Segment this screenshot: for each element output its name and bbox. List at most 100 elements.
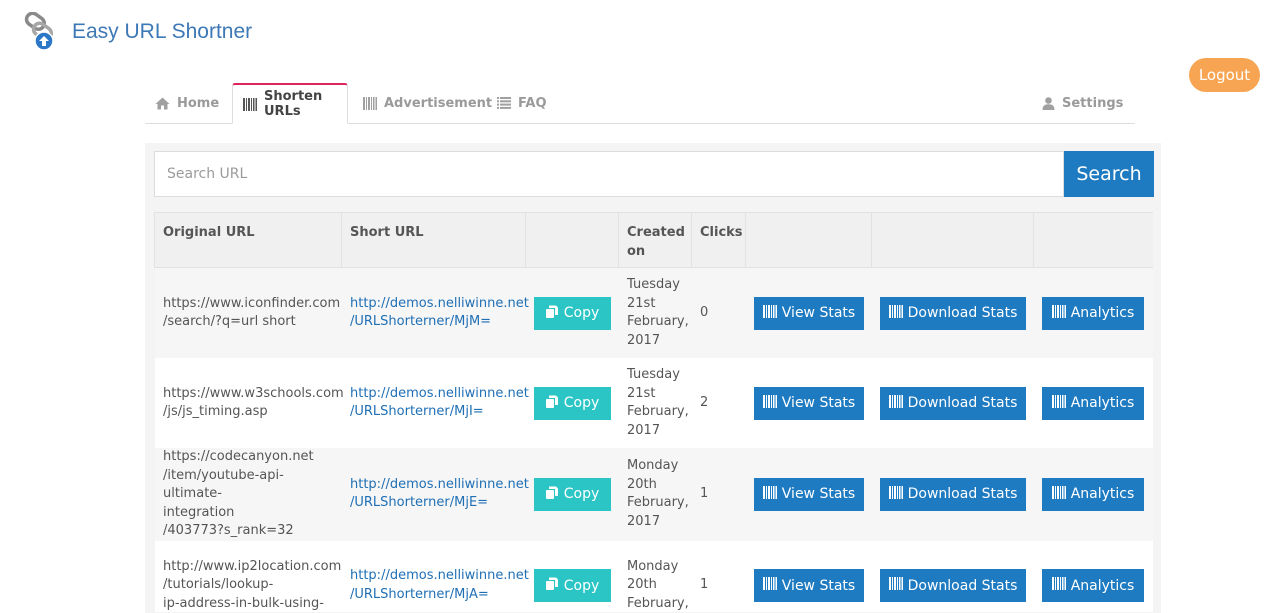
analytics-button[interactable]: Analytics [1042,477,1144,511]
col-header-view-stats [745,212,872,268]
table-row: http://www.ip2location.com/tutorials/loo… [154,540,1153,612]
download-stats-cell: Download Stats [871,540,1034,612]
analytics-button[interactable]: Analytics [1042,296,1144,330]
view-stats-cell: View Stats [745,358,872,448]
download-stats-button[interactable]: Download Stats [880,296,1026,330]
urls-table: Original URL Short URL Created on Clicks… [154,212,1153,612]
download-stats-button[interactable]: Download Stats [880,386,1026,420]
view-stats-cell: View Stats [745,540,872,612]
barcode-icon [1051,304,1066,322]
tab-home[interactable]: Home [145,83,229,123]
col-header-clicks: Clicks [691,212,746,268]
table-row: https://codecanyon.net/item/youtube-api-… [154,448,1153,541]
barcode-icon [762,394,777,412]
barcode-icon [888,577,903,594]
copy-button[interactable]: Copy [534,477,611,511]
copy-button[interactable]: Copy [534,296,611,330]
table-row: https://www.w3schools.com/js/js_timing.a… [154,358,1153,448]
short-url-link[interactable]: http://demos.nelliwinne.net/URLShorterne… [350,567,529,604]
table-header-row: Original URL Short URL Created on Clicks [154,212,1153,268]
brand[interactable]: Easy URL Shortner [22,12,252,52]
short-url-link[interactable]: http://demos.nelliwinne.net/URLShorterne… [350,385,529,422]
logout-button[interactable]: Logout [1189,58,1260,92]
barcode-icon [243,97,257,111]
short-url-link[interactable]: http://demos.nelliwinne.net/URLShorterne… [350,295,529,332]
short-url-cell: http://demos.nelliwinne.net/URLShorterne… [341,358,529,448]
created-on-cell: Monday 20th February, [618,540,692,612]
copy-button[interactable]: Copy [534,569,611,602]
clipboard-icon [545,577,558,594]
col-header-copy [525,212,619,268]
download-stats-cell: Download Stats [871,267,1034,358]
copy-cell: Copy [525,267,619,358]
tab-faq[interactable]: FAQ [487,83,557,123]
clicks-cell: 0 [691,267,746,358]
nav-tabs: Home Shorten URLs Advertisement FAQ Sett… [145,83,1135,124]
col-header-created-on: Created on [618,212,692,268]
tab-advertisement[interactable]: Advertisement [353,83,502,123]
download-stats-button[interactable]: Download Stats [880,477,1026,511]
created-on-cell: Tuesday 21st February, 2017 [618,358,692,448]
analytics-cell: Analytics [1033,358,1153,448]
copy-button[interactable]: Copy [534,386,611,420]
tab-settings-label: Settings [1062,95,1124,111]
view-stats-button[interactable]: View Stats [754,296,864,330]
list-icon [497,97,511,109]
view-stats-cell: View Stats [745,448,872,541]
download-stats-button[interactable]: Download Stats [880,569,1026,602]
clipboard-icon [545,305,558,322]
clicks-cell: 2 [691,358,746,448]
barcode-icon [888,485,903,503]
search-button[interactable]: Search [1064,151,1154,197]
clicks-cell: 1 [691,540,746,612]
col-header-analytics [1033,212,1153,268]
col-header-download-stats [871,212,1034,268]
user-icon [1042,96,1055,110]
clipboard-icon [545,395,558,412]
original-url-cell: https://www.iconfinder.com/search/?q=url… [154,267,342,358]
short-url-cell: http://demos.nelliwinne.net/URLShorterne… [341,448,529,541]
col-header-original-url: Original URL [154,212,342,268]
original-url-cell: https://www.w3schools.com/js/js_timing.a… [154,358,344,448]
search-input[interactable] [154,151,1064,197]
table-row: https://www.iconfinder.com/search/?q=url… [154,267,1153,358]
short-url-link[interactable]: http://demos.nelliwinne.net/URLShorterne… [350,476,529,513]
tab-shorten-urls[interactable]: Shorten URLs [232,83,348,124]
home-icon [155,97,170,110]
original-url-cell: http://www.ip2location.com/tutorials/loo… [154,540,342,612]
barcode-icon [762,577,777,594]
barcode-icon [888,394,903,412]
analytics-button[interactable]: Analytics [1042,569,1144,602]
copy-cell: Copy [525,358,619,448]
col-header-short-url: Short URL [341,212,526,268]
tab-advertisement-label: Advertisement [384,95,493,111]
tab-faq-label: FAQ [518,95,547,111]
view-stats-button[interactable]: View Stats [754,477,864,511]
barcode-icon [1051,485,1066,503]
barcode-icon [1051,394,1066,412]
view-stats-button[interactable]: View Stats [754,569,864,602]
view-stats-cell: View Stats [745,267,872,358]
copy-cell: Copy [525,448,619,541]
analytics-cell: Analytics [1033,540,1153,612]
download-stats-cell: Download Stats [871,448,1034,541]
short-url-cell: http://demos.nelliwinne.net/URLShorterne… [341,267,529,358]
clipboard-icon [545,486,558,503]
app-title: Easy URL Shortner [72,20,253,43]
created-on-cell: Tuesday 21st February, 2017 [618,267,692,358]
urls-table-container: Original URL Short URL Created on Clicks… [154,212,1153,612]
chain-link-logo-icon [24,12,54,51]
view-stats-button[interactable]: View Stats [754,386,864,420]
original-url-cell: https://codecanyon.net/item/youtube-api-… [154,448,342,541]
barcode-icon [762,485,777,503]
analytics-cell: Analytics [1033,267,1153,358]
barcode-icon [762,304,777,322]
clicks-cell: 1 [691,448,746,541]
created-on-cell: Monday 20th February, 2017 [618,448,692,541]
tab-settings[interactable]: Settings [1032,83,1133,123]
analytics-cell: Analytics [1033,448,1153,541]
analytics-button[interactable]: Analytics [1042,386,1144,420]
tab-home-label: Home [177,95,220,111]
barcode-icon [888,304,903,322]
barcode-icon [363,96,377,110]
